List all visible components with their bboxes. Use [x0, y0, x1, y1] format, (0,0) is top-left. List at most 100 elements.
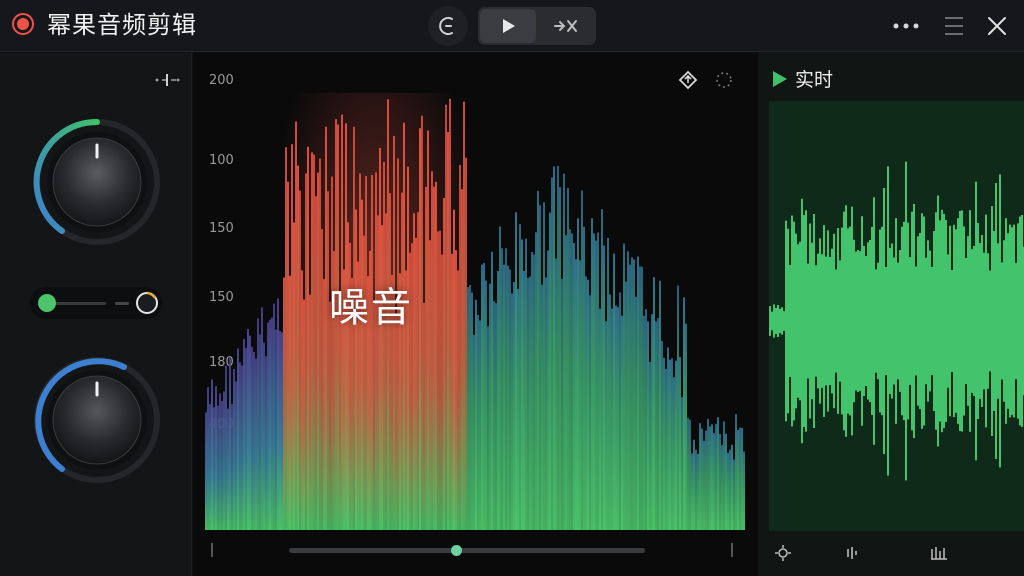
spectrum-bar [551, 177, 553, 530]
more-button[interactable] [888, 12, 924, 40]
spectrum-bar [445, 104, 447, 530]
waveform-bar [983, 252, 985, 390]
waveform-bar [861, 216, 863, 426]
spectrum-bar [307, 146, 309, 530]
waveform-bar [781, 307, 783, 335]
spectrum-bar [291, 144, 293, 530]
spectrum-bar [239, 362, 241, 530]
settings-icon[interactable] [773, 543, 793, 563]
left-control-panel [0, 53, 192, 576]
spectrum-bar [451, 253, 453, 530]
spectrum-bar [427, 130, 429, 530]
waveform-bar [897, 262, 899, 380]
spectrum-bar [717, 417, 719, 530]
spectrum-bar [737, 430, 739, 530]
spectrum-bar [613, 253, 615, 530]
spectrum-bar [741, 427, 743, 530]
waveform-bar [773, 304, 775, 338]
undo-button[interactable] [428, 6, 468, 46]
spectrum-bar [397, 158, 399, 530]
slider-thumb[interactable] [38, 294, 56, 312]
waveform-bar [779, 308, 781, 334]
waveform-bar [795, 233, 797, 409]
spectrum-bar [263, 342, 265, 530]
waveform-bar [775, 307, 777, 335]
waveform-bar [777, 305, 779, 337]
spectrum-bar [293, 222, 295, 530]
spectrum-bar [495, 303, 497, 530]
spectrum-bar [467, 287, 469, 530]
close-button[interactable] [980, 12, 1014, 40]
spectrum-bar [575, 259, 577, 530]
spectrum-bar [383, 161, 385, 530]
play-button[interactable] [480, 9, 536, 43]
waveform-bar [953, 224, 955, 418]
spectrum-bar [561, 278, 563, 530]
spectrum-bar [595, 240, 597, 530]
spectrum-bar [375, 172, 377, 530]
spectrum-bar [509, 269, 511, 530]
spectrum-bar [247, 328, 249, 530]
waveform-bar [905, 161, 907, 481]
spectrum-bar [695, 449, 697, 530]
spectrum-bar [591, 218, 593, 530]
spectrum-bar [381, 225, 383, 530]
output-knob[interactable] [32, 355, 162, 485]
waveform-bar [889, 248, 891, 394]
mini-knob-icon[interactable] [134, 290, 160, 316]
waveform-bar [915, 266, 917, 376]
spectrum-bar [455, 250, 457, 530]
realtime-play-icon[interactable] [773, 70, 787, 87]
spectrum-bar [309, 294, 311, 530]
spectrum-bar [421, 115, 423, 530]
waveform-bar [971, 249, 973, 393]
waveform-bar [921, 213, 923, 429]
title-bar: 幂果音频剪辑 [0, 0, 1024, 52]
spectrum-bar [261, 307, 263, 530]
waveform-bar [1003, 240, 1005, 402]
spectrum-bar [611, 308, 613, 530]
spectrum-bar [581, 190, 583, 530]
more-icon [893, 23, 919, 29]
waveform-bar [869, 239, 871, 403]
realtime-footer [769, 539, 1024, 569]
waveform-bar [893, 257, 895, 385]
waveform-bar [817, 253, 819, 389]
spectrum-bar [371, 175, 373, 530]
bars-icon[interactable] [843, 543, 863, 563]
input-icon[interactable] [154, 71, 180, 89]
spectrum-bar [313, 154, 315, 530]
spectrum-bar [633, 259, 635, 530]
waveform-bar [963, 226, 965, 416]
spectrum-bar [635, 296, 637, 530]
spectrum-panel: 200 100 150 150 180 400 [193, 53, 758, 576]
realtime-header[interactable]: 实时 [773, 65, 833, 92]
waveform-bar [949, 225, 951, 417]
list-button[interactable] [938, 12, 970, 40]
spectrum-bar [661, 341, 663, 530]
spectrum-bar [209, 403, 211, 530]
waveform-bar [787, 228, 789, 414]
waveform-bar [871, 227, 873, 415]
spectrum-bar [415, 237, 417, 530]
timeline-scrubber[interactable] [211, 535, 733, 565]
spectrum-bar [569, 229, 571, 530]
skip-button[interactable] [538, 9, 594, 43]
mix-slider[interactable] [30, 287, 162, 319]
spectrum-bar [555, 258, 557, 530]
spectrum-bar [697, 453, 699, 530]
realtime-waveform[interactable] [769, 101, 1024, 531]
waveform-bar [987, 253, 989, 389]
spectrum-bar [429, 240, 431, 530]
spectrum-graph[interactable] [205, 83, 745, 530]
spectrum-bar [687, 417, 689, 530]
record-icon[interactable] [12, 13, 34, 35]
spectrum-bar [287, 181, 289, 530]
scrub-handle[interactable] [451, 545, 462, 556]
scrub-track[interactable] [289, 548, 645, 553]
spectrum-bar [221, 400, 223, 530]
waveform-icon[interactable] [929, 543, 949, 563]
waveform-bar [991, 206, 993, 436]
waveform-bar [945, 220, 947, 422]
gain-knob[interactable] [32, 117, 162, 247]
